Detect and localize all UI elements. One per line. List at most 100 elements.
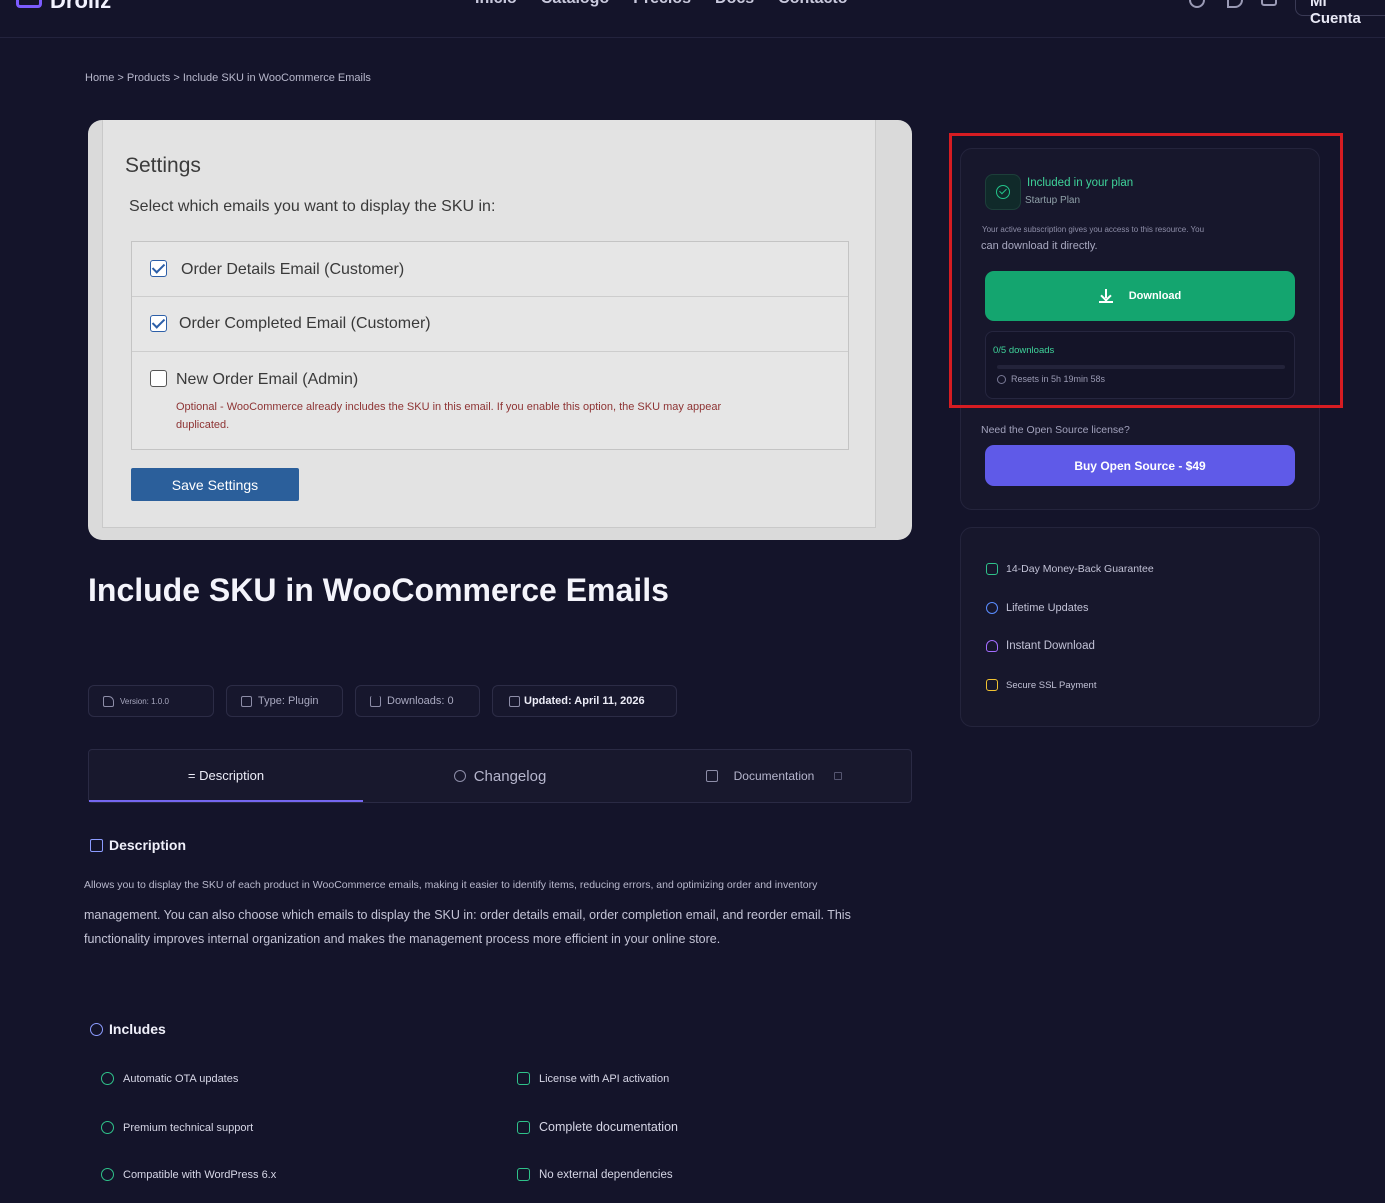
shield-check-icon [986,563,998,575]
calendar-icon [509,695,520,707]
cart-icon[interactable] [1261,0,1277,6]
download-button[interactable]: Download [985,271,1295,321]
plan-note-continued: can download it directly. [981,240,1098,252]
plan-title: Included in your plan [1027,177,1134,189]
settings-panel: Settings Select which emails you want to… [102,120,876,528]
guarantee-label: Secure SSL Payment [1006,679,1097,691]
tag-icon [103,695,114,707]
downloads-text: Downloads: 0 [387,695,454,707]
include-item: Complete documentation [517,1120,678,1134]
product-tabs: = Description Changelog Documentation [88,749,912,803]
account-button[interactable]: Mi Cuenta [1295,0,1385,27]
type-chip: Type: Plugin [226,685,343,717]
order-completed-checkbox [150,315,167,332]
tab-changelog-label: Changelog [473,767,547,785]
guarantee-label: Instant Download [1006,640,1095,652]
theme-toggle-icon[interactable] [1227,0,1243,8]
lock-icon [986,679,998,691]
tab-changelog[interactable]: Changelog [363,750,637,802]
version-text: Version: 1.0.0 [120,696,169,706]
refresh-icon [101,1072,114,1085]
option-label: Order Details Email (Customer) [181,261,405,278]
include-item-label: Premium technical support [123,1121,254,1134]
includes-heading: Includes [90,1021,166,1037]
cloud-icon [986,640,998,652]
option-note: Optional - WooCommerce already includes … [176,401,722,431]
save-settings-button: Save Settings [131,468,299,501]
plan-card: Included in your plan Startup Plan Your … [960,148,1320,510]
breadcrumb[interactable]: Home > Products > Include SKU in WooComm… [85,72,371,84]
option-row: Order Completed Email (Customer) [132,297,848,352]
logo-icon[interactable] [16,0,42,8]
tab-documentation[interactable]: Documentation [637,750,911,802]
new-order-checkbox [150,370,167,387]
clock-icon [997,374,1006,384]
plan-name: Startup Plan [1025,195,1081,206]
quota-progress-bar [997,365,1285,369]
email-options-box: Order Details Email (Customer) Order Com… [131,241,849,450]
guarantee-label: 14-Day Money-Back Guarantee [1006,563,1154,575]
check-circle-icon [996,185,1010,199]
shield-check-icon [517,1072,530,1085]
guarantee-item: Secure SSL Payment [986,679,1096,691]
quota-reset: Resets in 5h 19min 58s [997,374,1105,384]
nav-link-contact[interactable]: Contacto [778,0,847,8]
top-navigation: Drollz Inicio Catalogo Precios Docs Cont… [0,0,1385,38]
settings-title: Settings [125,154,201,177]
option-label: New Order Email (Admin) [176,371,359,388]
nav-links: Inicio Catalogo Precios Docs Contacto [475,0,848,8]
guarantee-item: 14-Day Money-Back Guarantee [986,563,1154,575]
settings-subtitle: Select which emails you want to display … [129,198,496,215]
open-source-question: Need the Open Source license? [981,424,1130,436]
include-item: Premium technical support [101,1121,253,1134]
description-text: Allows you to display the SKU of each pr… [84,879,818,891]
guarantee-item: Lifetime Updates [986,602,1089,614]
book-icon [517,1120,530,1134]
nav-link-catalog[interactable]: Catalogo [541,0,609,8]
includes-heading-text: Includes [109,1021,166,1037]
download-icon [370,695,381,707]
plan-badge [985,174,1021,210]
quota-label: 0/5 downloads [993,345,1055,356]
include-item-label: Complete documentation [539,1120,678,1134]
nav-link-pricing[interactable]: Precios [633,0,691,8]
quota-reset-text: Resets in 5h 19min 58s [1011,374,1106,384]
product-title: Include SKU in WooCommerce Emails [88,572,669,608]
buy-open-source-button[interactable]: Buy Open Source - $49 [985,445,1295,486]
version-chip: Version: 1.0.0 [88,685,214,717]
support-icon [101,1121,114,1134]
refresh-icon [986,602,998,614]
include-item: No external dependencies [517,1168,673,1181]
package-icon [241,695,252,707]
package-icon [517,1168,530,1181]
downloads-chip: Downloads: 0 [355,685,480,717]
include-item: License with API activation [517,1072,669,1085]
globe-icon[interactable] [1189,0,1205,8]
compatibility-icon [101,1168,114,1181]
include-item-label: Automatic OTA updates [123,1072,239,1085]
updated-text: Updated: April 11, 2026 [524,695,645,707]
option-row: Order Details Email (Customer) [132,242,848,297]
include-item: Automatic OTA updates [101,1072,238,1085]
include-item-label: Compatible with WordPress 6.x [123,1168,277,1181]
type-text: Type: Plugin [258,695,319,707]
nav-link-docs[interactable]: Docs [715,0,754,8]
document-icon [90,838,103,852]
include-item: Compatible with WordPress 6.x [101,1168,276,1181]
nav-link-home[interactable]: Inicio [475,0,517,8]
plan-note: Your active subscription gives you acces… [982,225,1205,234]
download-icon [1098,289,1113,303]
tab-description-label: = Description [187,767,265,783]
refresh-icon [453,770,466,782]
check-circle-icon [90,1022,103,1036]
include-item-label: License with API activation [539,1072,670,1085]
description-text-continued: management. You can also choose which em… [84,908,851,946]
download-quota: 0/5 downloads Resets in 5h 19min 58s [985,331,1295,399]
brand-name[interactable]: Drollz [50,0,111,14]
updated-chip: Updated: April 11, 2026 [492,685,677,717]
description-heading-text: Description [109,837,187,853]
tab-description[interactable]: = Description [89,750,363,802]
external-link-icon [834,772,843,780]
tab-documentation-label: Documentation [733,769,815,783]
guarantees-card: 14-Day Money-Back Guarantee Lifetime Upd… [960,527,1320,727]
